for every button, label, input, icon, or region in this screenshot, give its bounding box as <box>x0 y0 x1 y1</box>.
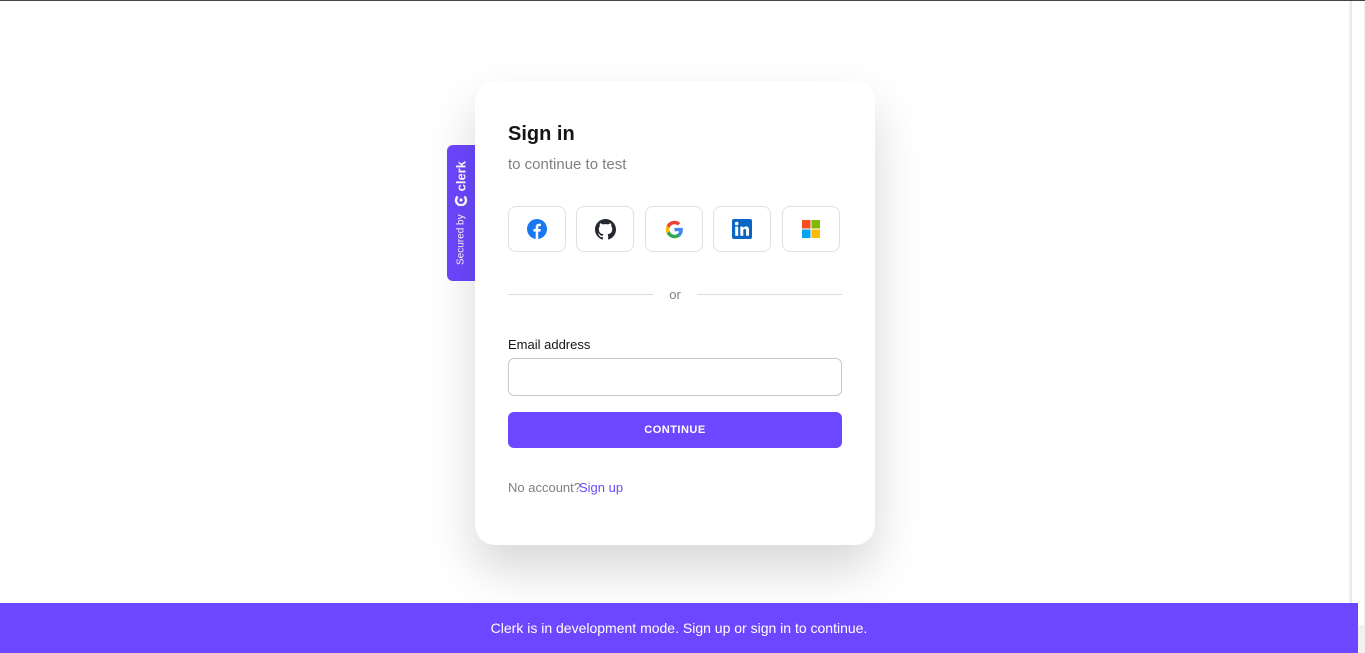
facebook-icon <box>527 219 547 239</box>
continue-button[interactable]: CONTINUE <box>508 412 842 448</box>
google-signin-button[interactable] <box>645 206 703 252</box>
page-subtitle: to continue to test <box>508 156 627 173</box>
page-title: Sign in <box>508 123 575 145</box>
dev-mode-banner-text: Clerk is in development mode. Sign up or… <box>490 620 868 636</box>
email-label: Email address <box>508 337 591 352</box>
divider-or-text: or <box>669 287 681 302</box>
dev-mode-banner: Clerk is in development mode. Sign up or… <box>0 603 1358 653</box>
google-icon <box>665 220 683 238</box>
sign-up-link[interactable]: Sign up <box>579 480 623 495</box>
divider-line-left <box>508 294 653 295</box>
scrollbar-thumb[interactable] <box>1351 1 1364 625</box>
clerk-logo-icon <box>454 195 468 207</box>
vertical-scrollbar[interactable] <box>1349 1 1365 653</box>
email-field[interactable] <box>508 358 842 396</box>
divider-line-right <box>697 294 842 295</box>
clerk-brand-label: clerk <box>453 161 469 192</box>
clerk-logo: clerk <box>453 161 469 207</box>
facebook-signin-button[interactable] <box>508 206 566 252</box>
linkedin-signin-button[interactable] <box>713 206 771 252</box>
github-signin-button[interactable] <box>576 206 634 252</box>
linkedin-icon <box>732 219 752 239</box>
no-account-text: No account? <box>508 480 581 495</box>
secured-by-clerk-badge: Secured by clerk <box>447 145 475 281</box>
sign-in-card <box>475 81 875 545</box>
github-icon <box>594 218 616 239</box>
secured-by-label: Secured by <box>455 214 467 265</box>
microsoft-signin-button[interactable] <box>782 206 840 252</box>
window-top-border <box>0 0 1365 1</box>
microsoft-icon <box>802 220 820 238</box>
